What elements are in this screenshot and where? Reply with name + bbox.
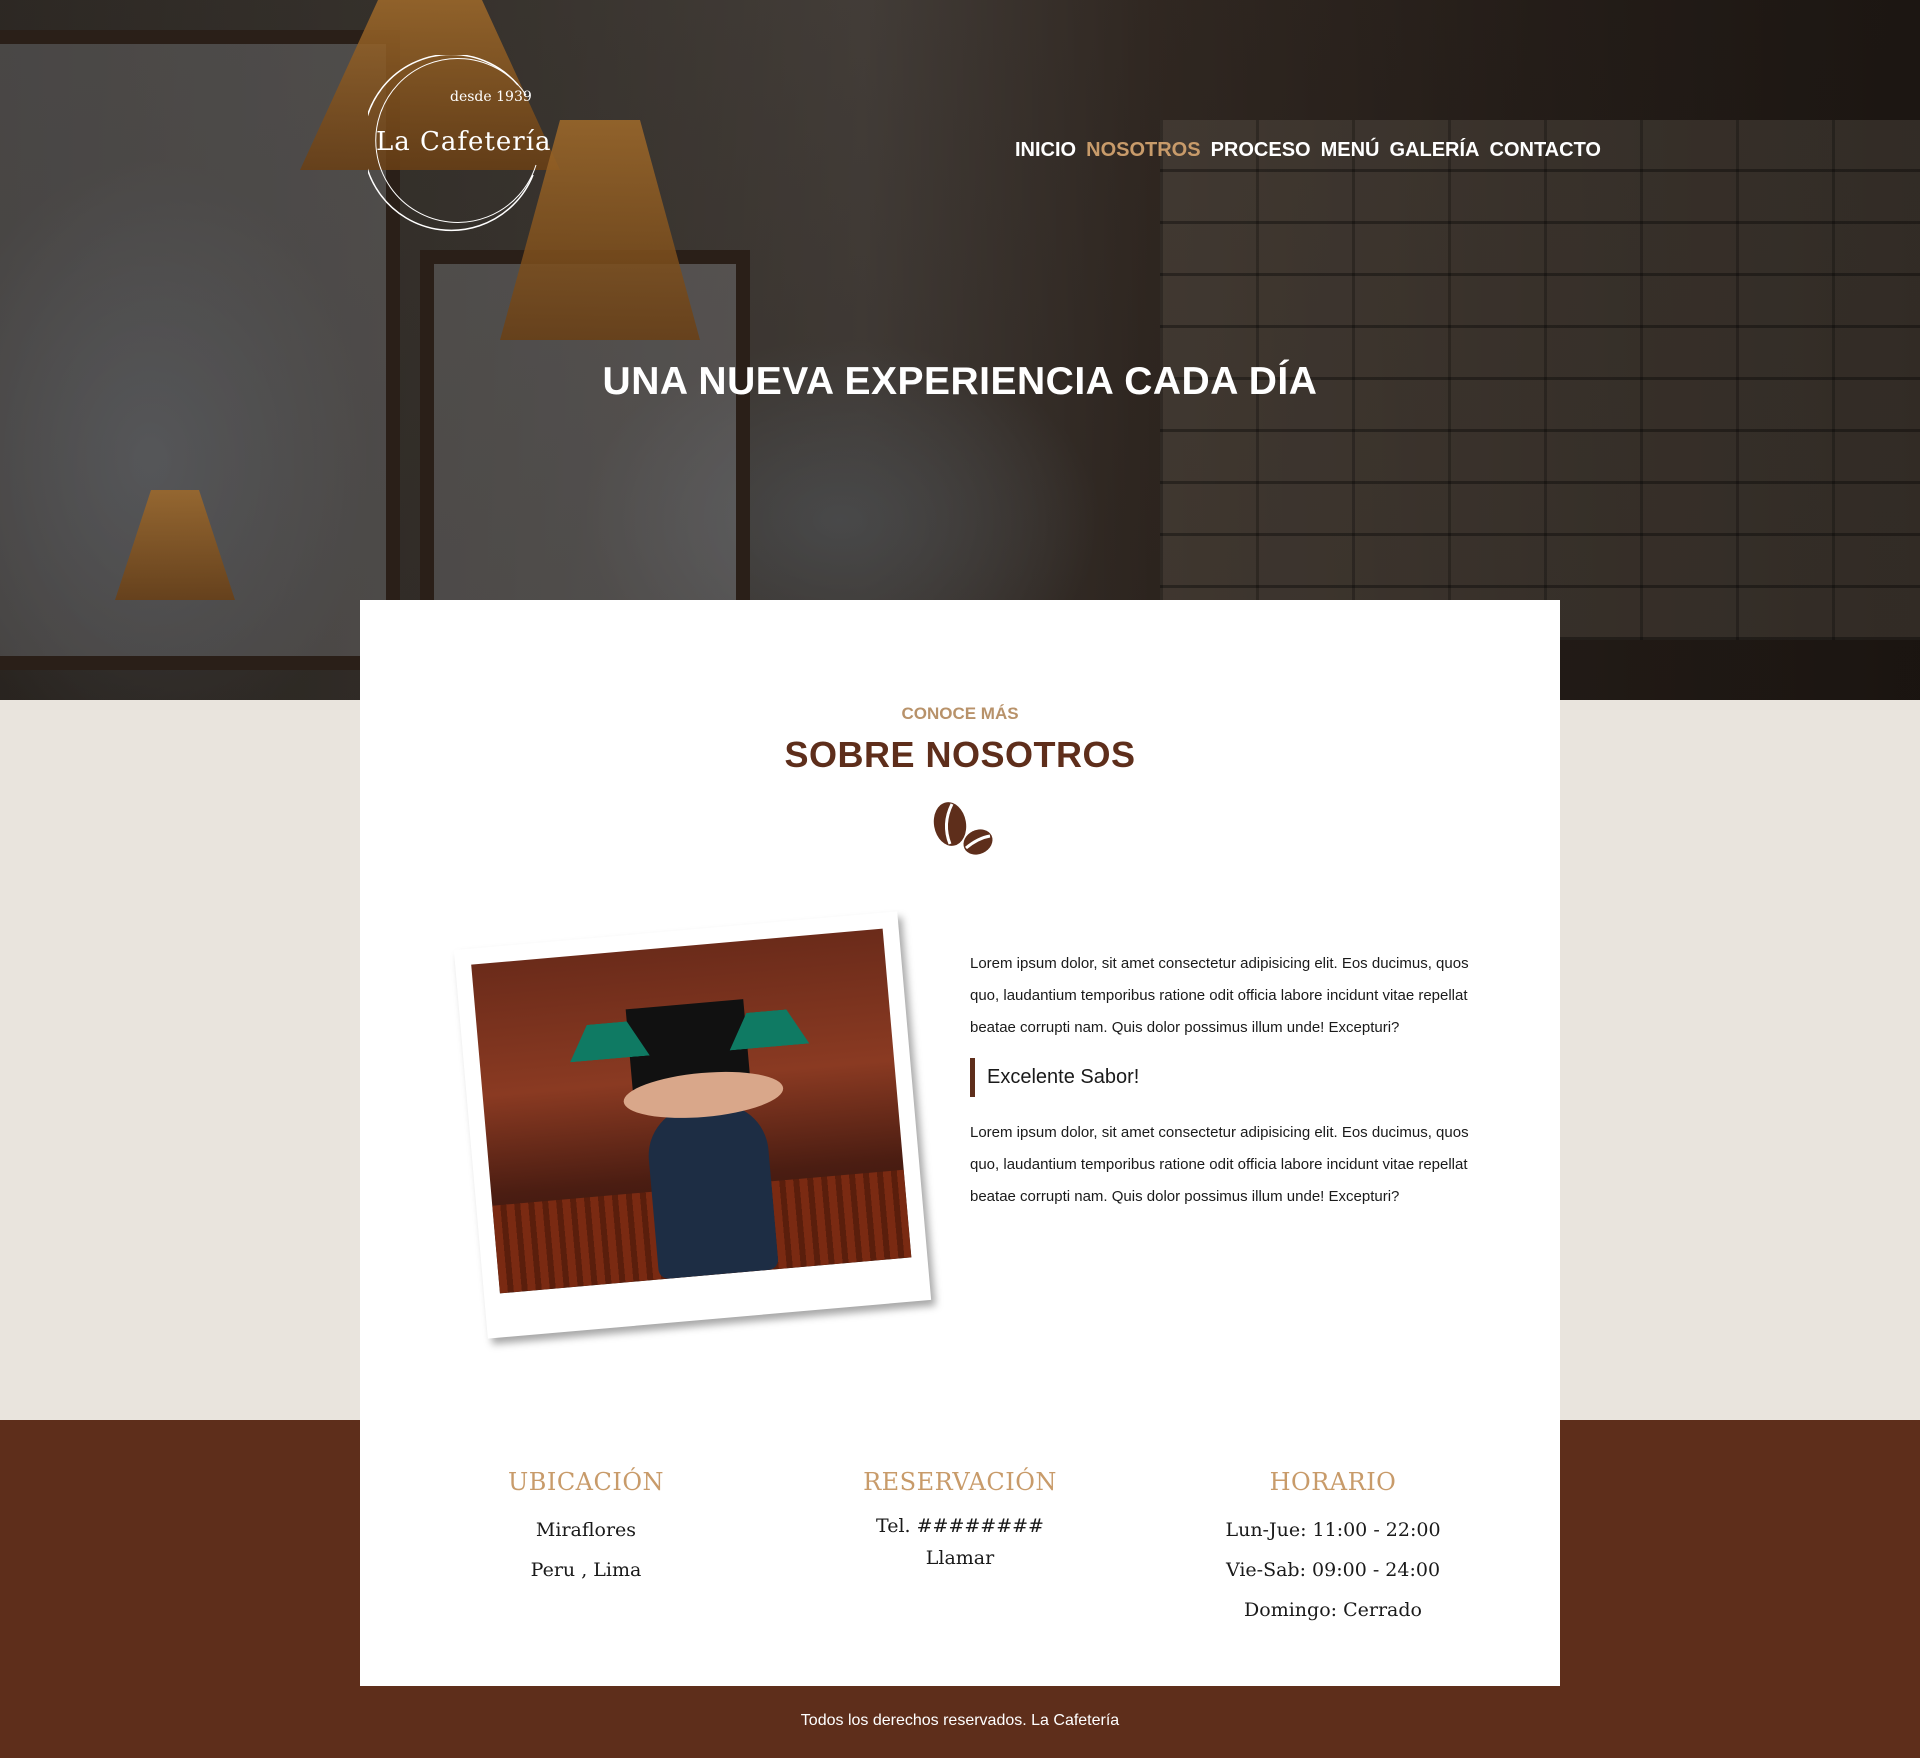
nav-item-inicio[interactable]: INICIO [1015,139,1076,162]
nav-item-menu[interactable]: MENÚ [1321,139,1380,162]
nav-item-nosotros[interactable]: NOSOTROS [1086,139,1200,162]
hero-section: desde 1939 La Cafetería INICIO NOSOTROS … [0,0,1920,700]
schedule-line-3: Domingo: Cerrado [1244,1599,1422,1621]
about-paragraph-1: Lorem ipsum dolor, sit amet consectetur … [970,955,1469,1036]
schedule-line-2: Vie-Sab: 09:00 - 24:00 [1225,1559,1441,1581]
cafe-photo [453,911,932,1339]
reservation-phone: Tel. ######## [876,1515,1044,1537]
info-reservation: RESERVACIÓN Tel. ######## Llamar [810,1468,1110,1574]
main-nav: INICIO NOSOTROS PROCESO MENÚ GALERÍA CON… [1015,139,1601,162]
nav-item-galeria[interactable]: GALERÍA [1390,139,1480,162]
logo-since-text: desde 1939 [450,89,532,105]
schedule-title: HORARIO [1269,1468,1397,1496]
info-schedule: HORARIO Lun-Jue: 11:00 - 22:00 Vie-Sab: … [1183,1468,1483,1630]
hero-title: UNA NUEVA EXPERIENCIA CADA DÍA [602,360,1318,403]
coffee-beans-icon [933,802,993,855]
about-text: Lorem ipsum dolor, sit amet consectetur … [970,948,1470,1213]
nav-item-proceso[interactable]: PROCESO [1211,139,1311,162]
section-title: SOBRE NOSOTROS [784,734,1136,775]
nav-item-contacto[interactable]: CONTACTO [1490,139,1601,162]
site-logo[interactable]: desde 1939 La Cafetería [368,55,551,240]
location-title: UBICACIÓN [507,1468,665,1496]
reservation-call-link[interactable]: Llamar [810,1542,1110,1574]
about-quote: Excelente Sabor! [970,1058,1470,1097]
info-location: UBICACIÓN Miraflores Peru , Lima [436,1468,736,1590]
section-kicker: CONOCE MÁS [901,704,1019,723]
about-paragraph-2: Lorem ipsum dolor, sit amet consectetur … [970,1124,1469,1205]
location-line-2: Peru , Lima [530,1559,642,1581]
cafe-photo-image [471,928,912,1294]
schedule-line-1: Lun-Jue: 11:00 - 22:00 [1225,1519,1441,1541]
customer-figure [644,1099,779,1280]
reservation-title: RESERVACIÓN [863,1468,1057,1496]
location-line-1: Miraflores [535,1519,637,1541]
logo-name-text: La Cafetería [376,127,552,157]
footer-copyright: Todos los derechos reservados. La Cafete… [800,1712,1120,1729]
